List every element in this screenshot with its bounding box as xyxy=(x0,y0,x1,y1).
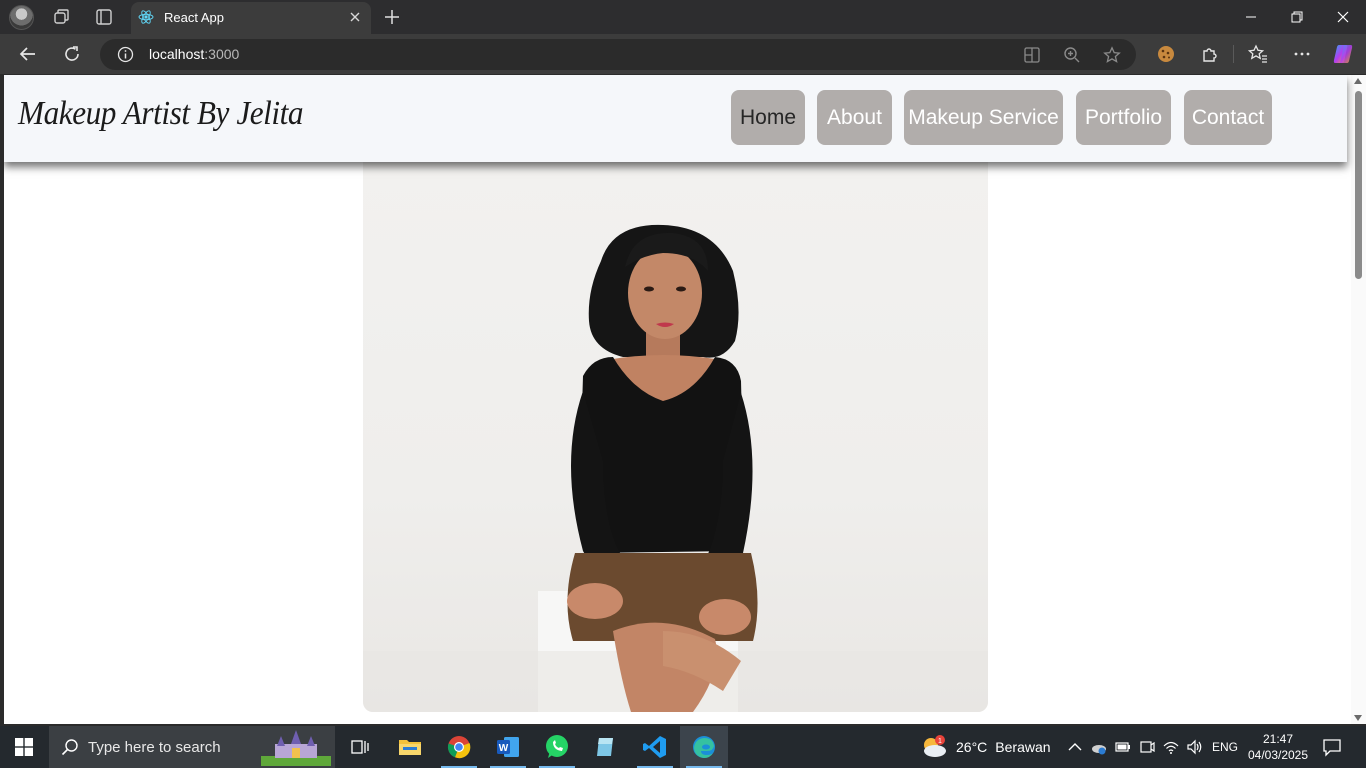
copilot-icon[interactable] xyxy=(1331,42,1355,66)
whatsapp-icon xyxy=(546,735,568,758)
hero-portrait-photo xyxy=(363,161,988,712)
scroll-down-arrow-icon[interactable] xyxy=(1354,715,1362,721)
back-button[interactable] xyxy=(16,42,40,66)
search-highlight-castle-icon xyxy=(261,730,331,766)
reload-icon xyxy=(65,46,79,61)
tab-react-app[interactable]: React App xyxy=(131,2,371,34)
notifications-icon[interactable] xyxy=(1322,737,1342,757)
vscode-app[interactable] xyxy=(631,726,679,768)
clock-time: 21:47 xyxy=(1262,732,1294,746)
wifi-icon[interactable] xyxy=(1162,738,1180,756)
scroll-thumb[interactable] xyxy=(1355,91,1362,279)
meet-now-icon[interactable] xyxy=(1138,738,1156,756)
chrome-app[interactable] xyxy=(435,726,483,768)
windows-logo-icon xyxy=(15,738,33,756)
browser-toolbar: localhost:3000 xyxy=(0,34,1366,74)
start-button[interactable] xyxy=(0,726,48,768)
favorites-icon[interactable] xyxy=(1246,42,1270,66)
url-host: localhost xyxy=(149,46,205,62)
workspaces-icon[interactable] xyxy=(53,8,71,26)
search-icon xyxy=(61,739,78,756)
reload-button[interactable] xyxy=(60,42,84,66)
weather-widget[interactable]: 1 26°C Berawan xyxy=(920,726,1051,768)
volume-icon[interactable] xyxy=(1186,738,1204,756)
page-viewport: Makeup Artist By Jelita Home About Makeu… xyxy=(4,75,1366,724)
whatsapp-app[interactable] xyxy=(533,726,581,768)
scroll-up-arrow-icon[interactable] xyxy=(1354,78,1362,84)
task-view-button[interactable] xyxy=(336,726,384,768)
nav-about[interactable]: About xyxy=(817,90,892,145)
favorite-star-icon[interactable] xyxy=(1103,46,1121,64)
back-arrow-icon xyxy=(19,47,35,61)
site-navbar: Makeup Artist By Jelita Home About Makeu… xyxy=(4,75,1347,162)
vscode-icon xyxy=(643,736,666,758)
nav-home[interactable]: Home xyxy=(731,90,805,145)
vertical-tabs-icon[interactable] xyxy=(95,8,113,26)
weather-temp: 26°C xyxy=(956,739,988,755)
weather-desc: Berawan xyxy=(995,739,1051,755)
toolbar-separator xyxy=(1233,45,1234,63)
edge-icon xyxy=(693,736,715,758)
restore-icon xyxy=(1291,11,1303,23)
nav-portfolio[interactable]: Portfolio xyxy=(1076,90,1171,145)
search-placeholder: Type here to search xyxy=(88,739,221,756)
url-port: :3000 xyxy=(204,46,240,62)
close-window-button[interactable] xyxy=(1320,0,1366,34)
word-icon: W xyxy=(497,737,519,757)
cookie-extension-icon[interactable] xyxy=(1154,42,1178,66)
weather-badge: 1 xyxy=(938,738,942,745)
chevron-up-icon[interactable] xyxy=(1066,738,1084,756)
cloudy-weather-icon: 1 xyxy=(924,735,946,757)
react-icon xyxy=(138,10,154,24)
extensions-icon[interactable] xyxy=(1198,42,1222,66)
profile-avatar[interactable] xyxy=(9,5,34,30)
folder-icon xyxy=(399,740,421,755)
chrome-icon xyxy=(447,736,471,759)
nav-contact[interactable]: Contact xyxy=(1184,90,1272,145)
portrait-illustration xyxy=(363,224,988,712)
svg-text:W: W xyxy=(499,743,509,754)
site-info-icon[interactable] xyxy=(117,46,134,63)
minimize-button[interactable] xyxy=(1228,0,1274,34)
battery-icon[interactable] xyxy=(1114,738,1132,756)
close-icon xyxy=(1337,11,1349,23)
zoom-icon[interactable] xyxy=(1063,46,1081,64)
clock-date: 04/03/2025 xyxy=(1247,748,1309,762)
close-tab-icon[interactable] xyxy=(347,9,363,25)
new-tab-icon[interactable] xyxy=(383,8,401,26)
generic-app[interactable] xyxy=(582,726,630,768)
file-explorer-app[interactable] xyxy=(386,726,434,768)
taskbar-search-box[interactable]: Type here to search xyxy=(49,726,335,768)
browser-tab-strip: React App xyxy=(0,0,1366,34)
url-text: localhost:3000 xyxy=(149,46,239,62)
word-app[interactable]: W xyxy=(484,726,532,768)
app-available-icon[interactable] xyxy=(1023,46,1041,64)
minimize-icon xyxy=(1246,16,1256,18)
more-options-icon[interactable] xyxy=(1290,42,1314,66)
address-bar[interactable]: localhost:3000 xyxy=(100,39,1136,70)
nav-makeup-service[interactable]: Makeup Service xyxy=(904,90,1063,145)
windows-taskbar: Type here to search W 1 26°C Berawan ENG… xyxy=(0,726,1366,768)
page-scrollbar[interactable] xyxy=(1351,75,1366,724)
brand-logo-text[interactable]: Makeup Artist By Jelita xyxy=(18,95,304,133)
task-view-icon xyxy=(351,740,369,754)
tab-title: React App xyxy=(164,10,224,25)
app-tile-icon xyxy=(597,738,613,756)
onedrive-icon[interactable] xyxy=(1090,738,1108,756)
system-clock[interactable]: 21:47 04/03/2025 xyxy=(1246,731,1310,763)
edge-app[interactable] xyxy=(680,726,728,768)
language-indicator[interactable]: ENG xyxy=(1212,740,1238,754)
restore-button[interactable] xyxy=(1274,0,1320,34)
